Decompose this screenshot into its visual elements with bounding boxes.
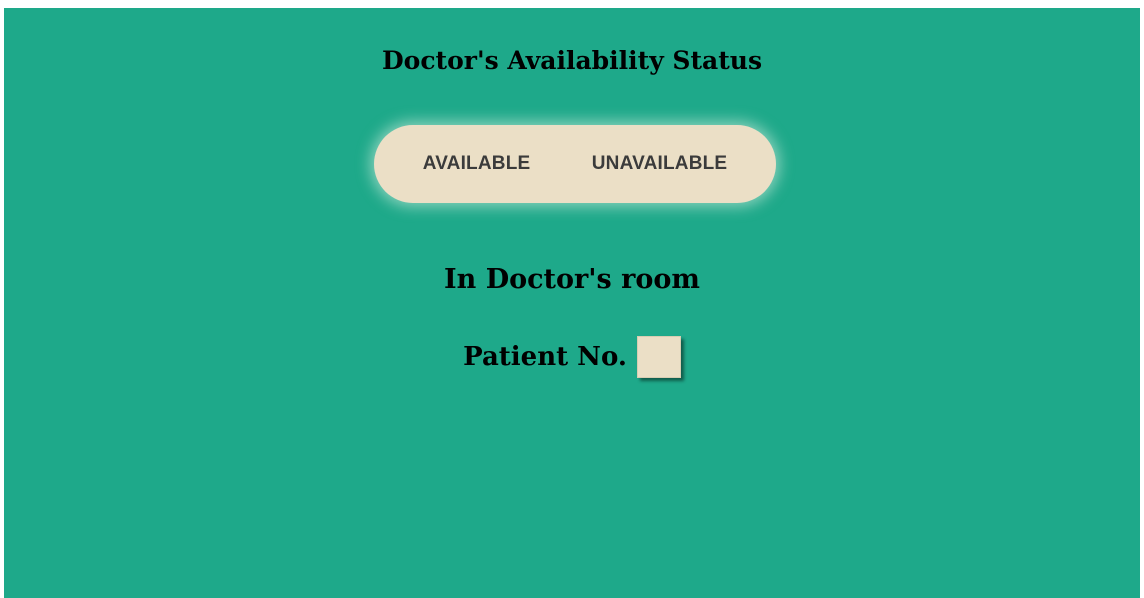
patient-number-field[interactable] xyxy=(636,336,681,378)
page-title: Doctor's Availability Status xyxy=(381,46,763,75)
unavailable-button[interactable]: UNAVAILABLE xyxy=(584,147,736,181)
app-background: Doctor's Availability Status AVAILABLE U… xyxy=(4,8,1140,598)
patient-row: Patient No. xyxy=(4,332,1140,382)
patient-number-label: Patient No. xyxy=(463,342,627,372)
availability-toggle: AVAILABLE UNAVAILABLE xyxy=(374,125,776,203)
room-heading: In Doctor's room xyxy=(444,264,700,295)
available-button[interactable]: AVAILABLE xyxy=(415,147,539,181)
